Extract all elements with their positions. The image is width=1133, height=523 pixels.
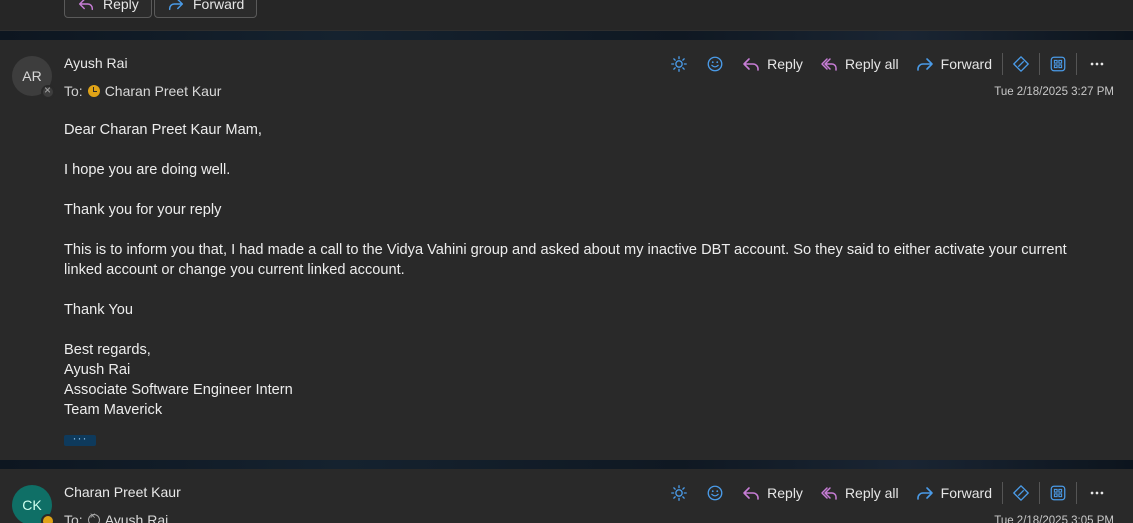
avatar-initials: CK [22,497,42,513]
body-line [64,140,1084,160]
message-actions: Reply Reply all Forward [661,481,1115,505]
message-body: Dear Charan Preet Kaur Mam, I hope you a… [64,120,1084,420]
to-label: To: [64,512,83,523]
reply-label: Reply [767,56,803,72]
offline-status-icon [41,83,55,99]
brightness-icon [671,485,688,501]
reply-all-icon [821,58,837,71]
body-line: I hope you are doing well. [64,162,231,178]
reply-arrow-icon [78,0,94,11]
forward-arrow-icon [916,58,933,71]
brightness-icon [671,56,688,72]
more-icon [1090,491,1104,495]
reply-all-button[interactable]: Reply all [811,52,907,76]
recipient-name[interactable]: Charan Preet Kaur [105,83,222,99]
action-separator [1039,482,1040,504]
recipient-name[interactable]: Ayush Rai [105,512,169,523]
body-line: Thank You [64,302,133,318]
immersive-reader-icon [1013,485,1029,501]
emoji-button[interactable] [701,481,729,505]
message-date: Tue 2/18/2025 3:05 PM [994,515,1114,523]
forward-label: Forward [940,485,992,501]
divider-band [0,31,1133,40]
reply-label: Reply [767,485,803,501]
message-actions: Reply Reply all Forward [661,52,1115,76]
offline-status-icon [87,511,100,523]
brightness-button[interactable] [665,481,693,505]
recipient-line: To: Ayush Rai [64,511,169,523]
sender-name[interactable]: Charan Preet Kaur [64,484,181,500]
forward-button[interactable]: Forward [907,52,1000,76]
away-status-icon [87,85,100,97]
action-separator [1002,53,1003,75]
forward-arrow-icon [916,487,933,500]
message-card: CK Charan Preet Kaur To: Ayush Rai Reply… [0,469,1133,523]
immersive-reader-icon [1013,56,1029,72]
body-line: Best regards, [64,342,151,358]
apps-icon [1050,56,1066,72]
previous-forward-label: Forward [193,0,245,12]
action-separator [1002,482,1003,504]
action-separator [1076,482,1077,504]
immersive-reader-button[interactable] [1007,52,1035,76]
body-line [64,280,1084,300]
reply-arrow-icon [743,487,759,500]
apps-button[interactable] [1044,52,1072,76]
apps-button[interactable] [1044,481,1072,505]
previous-reply-button[interactable]: Reply [64,0,152,18]
message-card: AR Ayush Rai To: Charan Preet Kaur Reply… [0,40,1133,460]
action-separator [1039,53,1040,75]
body-line: Team Maverick [64,402,163,418]
body-line: Dear Charan Preet Kaur Mam, [64,122,262,138]
reply-all-button[interactable]: Reply all [811,481,907,505]
avatar[interactable]: CK [12,485,55,523]
body-line [64,180,1084,200]
message-date: Tue 2/18/2025 3:27 PM [994,86,1114,98]
reply-all-label: Reply all [844,485,899,501]
previous-forward-button[interactable]: Forward [154,0,258,18]
reply-all-icon [821,487,837,500]
more-icon [1090,62,1104,66]
immersive-reader-button[interactable] [1007,481,1035,505]
away-status-icon [41,514,55,523]
reply-button[interactable]: Reply [733,481,811,505]
sender-name[interactable]: Ayush Rai [64,55,128,71]
more-actions-button[interactable] [1083,481,1111,505]
apps-icon [1050,485,1066,501]
reply-arrow-icon [743,58,759,71]
show-trimmed-content-button[interactable]: ··· [64,432,96,446]
previous-message-footer: Reply Forward [0,0,1133,31]
body-line: Ayush Rai [64,362,131,378]
reply-button[interactable]: Reply [733,52,811,76]
divider-band [0,460,1133,469]
forward-label: Forward [940,56,992,72]
avatar-initials: AR [22,68,42,84]
avatar[interactable]: AR [12,56,55,99]
body-line: Associate Software Engineer Intern [64,382,293,398]
to-label: To: [64,83,83,99]
emoji-icon [707,485,723,501]
forward-button[interactable]: Forward [907,481,1000,505]
body-line: This is to inform you that, I had made a… [64,242,1067,278]
forward-arrow-icon [168,0,184,11]
brightness-button[interactable] [665,52,693,76]
body-line [64,320,1084,340]
body-line: Thank you for your reply [64,202,222,218]
reply-all-label: Reply all [844,56,899,72]
more-actions-button[interactable] [1083,52,1111,76]
emoji-icon [707,56,723,72]
recipient-line: To: Charan Preet Kaur [64,83,221,99]
previous-reply-label: Reply [103,0,139,12]
action-separator [1076,53,1077,75]
body-line [64,220,1084,240]
emoji-button[interactable] [701,52,729,76]
